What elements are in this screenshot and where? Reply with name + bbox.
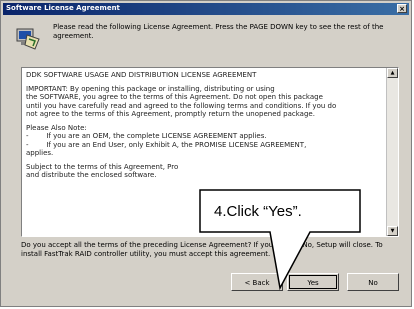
license-note-line: If you are an OEM, the complete LICENSE … [46, 132, 267, 140]
back-button[interactable]: < Back [231, 273, 283, 291]
license-line: and distribute the enclosed software. [26, 171, 157, 179]
license-note-line: If you are an End User, only Exhibit A, … [46, 140, 307, 149]
accept-question-text: Do you accept all the terms of the prece… [21, 241, 383, 258]
scroll-up-arrow-icon[interactable]: ▲ [387, 68, 398, 78]
license-line: the SOFTWARE, you agree to the terms of … [26, 93, 323, 101]
license-dialog: Software License Agreement × Please read… [0, 0, 412, 307]
license-scrollbar[interactable]: ▲ ▼ [386, 68, 398, 236]
license-line: applies. [26, 149, 54, 157]
license-note-paragraph: Please Also Note: - If you are an OEM, t… [26, 124, 381, 158]
instruction-text: Please read the following License Agreem… [53, 23, 384, 40]
license-important-paragraph: IMPORTANT: By opening this package or in… [26, 85, 381, 119]
close-button[interactable]: × [397, 4, 407, 13]
license-heading: DDK SOFTWARE USAGE AND DISTRIBUTION LICE… [26, 71, 257, 79]
yes-button[interactable]: Yes [287, 273, 339, 291]
scroll-down-arrow-icon[interactable]: ▼ [387, 226, 398, 236]
license-line: Subject to the terms of this Agreement, … [26, 162, 179, 171]
license-line: - If you are an OEM, the complete LICENS… [26, 132, 381, 141]
license-note-title: Please Also Note: [26, 123, 87, 132]
license-line: until you have carefully read and agreed… [26, 101, 337, 110]
license-line: not agree to the terms of this Agreement… [26, 110, 315, 118]
window-title: Software License Agreement [6, 4, 120, 12]
callout-text: 4.Click “Yes”. [214, 203, 302, 220]
title-bar[interactable]: Software License Agreement × [3, 3, 409, 15]
bullet-dash: - [26, 140, 29, 149]
license-line: IMPORTANT: By opening this package or in… [26, 84, 275, 93]
bullet-dash: - [26, 132, 29, 140]
license-subject-paragraph: Subject to the terms of this Agreement, … [26, 163, 381, 180]
license-line: - If you are an End User, only Exhibit A… [26, 141, 381, 150]
license-text-box[interactable]: DDK SOFTWARE USAGE AND DISTRIBUTION LICE… [21, 67, 399, 237]
no-button[interactable]: No [347, 273, 399, 291]
setup-computer-icon [16, 28, 40, 50]
